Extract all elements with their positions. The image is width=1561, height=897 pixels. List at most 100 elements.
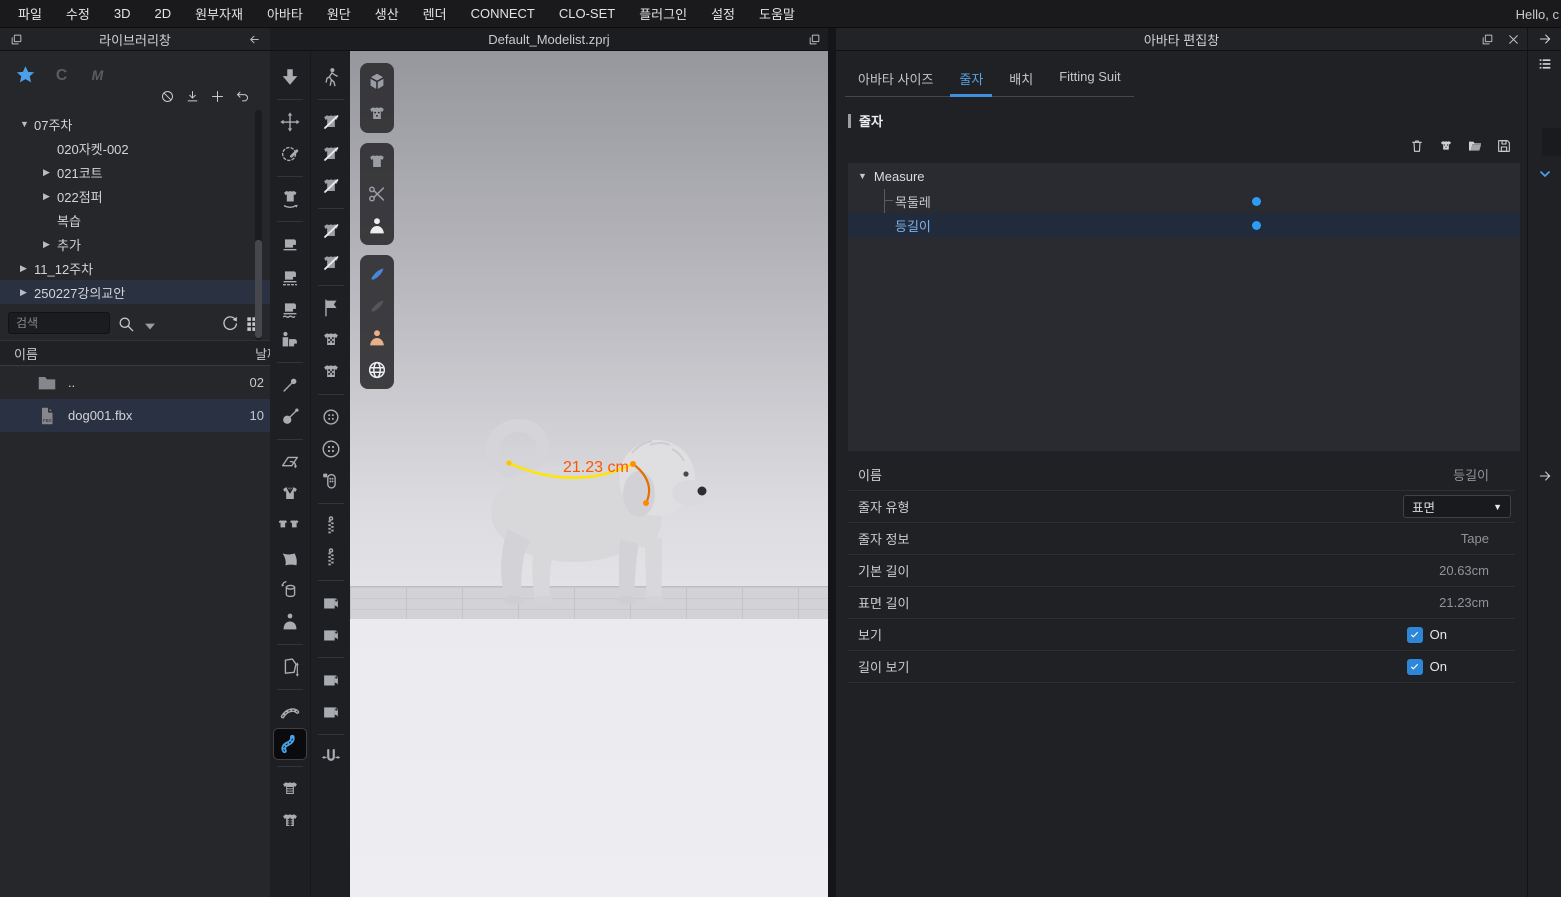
- fabric-roll-a-tool-icon[interactable]: [315, 588, 347, 618]
- file-row[interactable]: .. 02: [0, 366, 270, 399]
- refresh-icon[interactable]: [220, 314, 238, 332]
- editor-tab[interactable]: 배치: [996, 63, 1046, 96]
- menu-item[interactable]: CONNECT: [471, 6, 535, 21]
- shirt-icon[interactable]: [365, 150, 389, 174]
- sew-machine-tool-icon[interactable]: [274, 229, 306, 259]
- pin-tool-icon[interactable]: [274, 370, 306, 400]
- measure-color-dot[interactable]: [1252, 197, 1261, 206]
- tree-expand-arrow[interactable]: ▶: [43, 167, 57, 178]
- column-date[interactable]: 날짜: [255, 344, 270, 363]
- library-scrollbar-thumb[interactable]: [255, 240, 262, 338]
- editor-tab[interactable]: 줄자: [946, 63, 996, 96]
- viewport-3d[interactable]: 21.23 cm: [350, 51, 828, 897]
- menu-item[interactable]: 설정: [711, 4, 735, 23]
- fabric-roll-c-tool-icon[interactable]: [315, 665, 347, 695]
- download-icon[interactable]: [185, 89, 202, 106]
- undo-icon[interactable]: [235, 89, 252, 106]
- checkbox-checked[interactable]: [1407, 659, 1423, 675]
- avatar-white-icon[interactable]: [365, 214, 389, 238]
- fabric-blue-icon[interactable]: [365, 262, 389, 286]
- measure-type-dropdown[interactable]: 표면▼: [1403, 495, 1511, 518]
- search-options-caret-icon[interactable]: [140, 317, 152, 329]
- menu-item[interactable]: 3D: [114, 6, 131, 21]
- sew-machine-free-tool-icon[interactable]: [274, 293, 306, 323]
- menu-item[interactable]: 수정: [66, 4, 90, 23]
- checker-shirt-tool-icon[interactable]: [315, 325, 347, 355]
- menu-item[interactable]: 렌더: [423, 4, 447, 23]
- tree-expand-arrow[interactable]: ▶: [20, 263, 34, 274]
- fabric-dark-icon[interactable]: [365, 294, 389, 318]
- library-tree-item[interactable]: ▶ 022점퍼: [0, 184, 270, 208]
- simulate-tool-icon[interactable]: [274, 62, 306, 92]
- delete-trash-icon[interactable]: [1409, 138, 1426, 155]
- shirts-pair-tool-icon[interactable]: [274, 511, 306, 541]
- float-window-icon[interactable]: [1479, 31, 1495, 47]
- buttonhole-tool-icon[interactable]: [315, 466, 347, 496]
- shirt-measure-add-icon[interactable]: [1438, 138, 1455, 155]
- fabric-roll-b-tool-icon[interactable]: [315, 620, 347, 650]
- pin-3d-tool-icon[interactable]: [274, 402, 306, 432]
- menu-item[interactable]: 원부자재: [195, 4, 243, 23]
- clamp-tool-icon[interactable]: [315, 742, 347, 772]
- library-tree-item[interactable]: ▼ 07주차: [0, 112, 270, 136]
- chevron-down-icon[interactable]: [1537, 166, 1554, 183]
- library-tree-item[interactable]: ▶ 250227강의교안: [0, 280, 270, 304]
- panel-splitter[interactable]: [828, 28, 836, 897]
- view-cube-icon[interactable]: [365, 70, 389, 94]
- shirt-ruler-tool-icon[interactable]: [274, 774, 306, 804]
- walk-avatar-tool-icon[interactable]: [315, 62, 347, 92]
- cut-sew-c-tool-icon[interactable]: [315, 171, 347, 201]
- spin-avatar-tool-icon[interactable]: [274, 575, 306, 605]
- jacket-tool-icon[interactable]: [274, 479, 306, 509]
- library-tree-item[interactable]: ▶ 11_12주차: [0, 256, 270, 280]
- shirt-ruler-b-tool-icon[interactable]: [274, 806, 306, 836]
- column-name[interactable]: 이름: [14, 344, 38, 363]
- measure-color-dot[interactable]: [1252, 221, 1261, 230]
- library-tree-item[interactable]: ▶ 021코트: [0, 160, 270, 184]
- person-shirt-tool-icon[interactable]: [274, 607, 306, 637]
- library-tree-item[interactable]: ▶ 추가: [0, 232, 270, 256]
- menu-item[interactable]: 도움말: [759, 4, 795, 23]
- fold-arrangement-tool-icon[interactable]: [274, 447, 306, 477]
- cut-sew-a-tool-icon[interactable]: [315, 107, 347, 137]
- tree-expand-arrow[interactable]: ▼: [858, 171, 867, 181]
- float-window-icon[interactable]: [8, 31, 24, 47]
- tape-measure-tool-icon[interactable]: [274, 729, 306, 759]
- tree-expand-arrow[interactable]: ▶: [43, 239, 57, 250]
- favorites-star-icon[interactable]: [14, 63, 36, 85]
- editor-tab[interactable]: 아바타 사이즈: [845, 63, 946, 96]
- pattern-measure-tool-icon[interactable]: [274, 652, 306, 682]
- menu-item[interactable]: 2D: [154, 6, 171, 21]
- tree-expand-arrow[interactable]: ▼: [20, 119, 34, 129]
- fabric-roll-d-tool-icon[interactable]: [315, 697, 347, 727]
- rotate-garment-tool-icon[interactable]: [274, 184, 306, 214]
- clo-logo-icon[interactable]: C: [50, 63, 72, 85]
- menu-item[interactable]: CLO-SET: [559, 6, 615, 21]
- expand-right-icon[interactable]: [1537, 31, 1554, 48]
- expand-right-icon[interactable]: [1537, 468, 1554, 485]
- cut-sew-b-tool-icon[interactable]: [315, 139, 347, 169]
- measure-tree-root[interactable]: ▼ Measure: [848, 163, 1520, 189]
- tape-curve-tool-icon[interactable]: [274, 697, 306, 727]
- tree-expand-arrow[interactable]: ▶: [20, 287, 34, 298]
- menu-item[interactable]: 원단: [327, 4, 351, 23]
- close-icon[interactable]: [1505, 31, 1521, 47]
- menu-item[interactable]: 아바타: [267, 4, 303, 23]
- drape-tool-icon[interactable]: [274, 543, 306, 573]
- measure-item[interactable]: 등길이: [848, 213, 1520, 237]
- move-tool-icon[interactable]: [274, 107, 306, 137]
- sync-disabled-icon[interactable]: [160, 89, 177, 106]
- sew-machine-segment-tool-icon[interactable]: [274, 261, 306, 291]
- open-folder-icon[interactable]: [1467, 138, 1484, 155]
- globe-icon[interactable]: [365, 358, 389, 382]
- object-list-icon[interactable]: [1537, 56, 1554, 73]
- measure-item[interactable]: 목둘레: [848, 189, 1520, 213]
- float-window-icon[interactable]: [806, 31, 822, 47]
- button-tool-icon[interactable]: [315, 402, 347, 432]
- person-machine-tool-icon[interactable]: [274, 325, 306, 355]
- menu-item[interactable]: 플러그인: [639, 4, 687, 23]
- button-big-tool-icon[interactable]: [315, 434, 347, 464]
- save-disk-icon[interactable]: [1496, 138, 1513, 155]
- search-icon[interactable]: [116, 314, 134, 332]
- scissors-pattern-icon[interactable]: [365, 182, 389, 206]
